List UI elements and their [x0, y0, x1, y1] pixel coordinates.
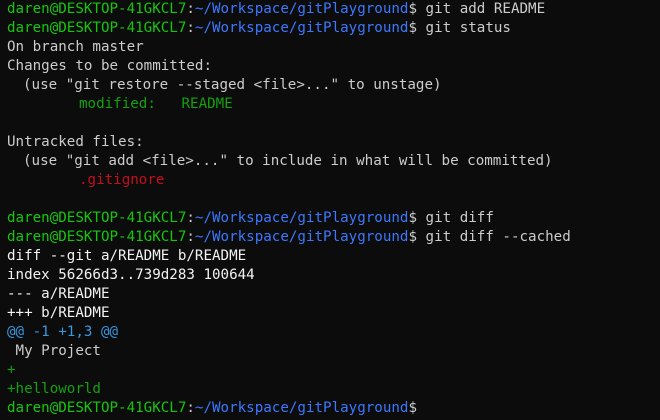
command-text: git diff --cached: [417, 229, 571, 245]
output-line: +: [7, 361, 660, 380]
output-line: modified: README: [7, 95, 660, 114]
output-text: modified: README: [79, 96, 233, 112]
output-line: (use "git add <file>..." to include in w…: [7, 152, 660, 171]
prompt-line[interactable]: daren@DESKTOP-41GKCL7:~/Workspace/gitPla…: [7, 399, 660, 418]
prompt-path: ~/Workspace/gitPlayground: [194, 210, 409, 226]
output-text: Changes to be committed:: [7, 58, 212, 74]
prompt-path: ~/Workspace/gitPlayground: [194, 20, 409, 36]
prompt-colon: :: [186, 210, 195, 226]
prompt-symbol: $: [408, 210, 418, 226]
output-line: +++ b/README: [7, 304, 660, 323]
output-text: @@ -1 +1,3 @@: [7, 324, 119, 340]
prompt-line: daren@DESKTOP-41GKCL7:~/Workspace/gitPla…: [7, 0, 660, 19]
prompt-colon: :: [186, 20, 195, 36]
prompt-user-host: daren@DESKTOP-41GKCL7: [7, 210, 187, 226]
output-line: +helloworld: [7, 380, 660, 399]
output-text: My Project: [7, 343, 101, 359]
prompt-symbol: $: [408, 20, 418, 36]
prompt-user-host: daren@DESKTOP-41GKCL7: [7, 1, 187, 17]
output-text: +++ b/README: [7, 305, 110, 321]
output-text: +: [7, 362, 16, 378]
output-line: index 56266d3..739d283 100644: [7, 266, 660, 285]
prompt-path: ~/Workspace/gitPlayground: [194, 1, 409, 17]
output-text: On branch master: [7, 39, 144, 55]
prompt-line: daren@DESKTOP-41GKCL7:~/Workspace/gitPla…: [7, 209, 660, 228]
output-line: --- a/README: [7, 285, 660, 304]
prompt-symbol: $: [408, 229, 418, 245]
output-text: .gitignore: [79, 172, 165, 188]
output-text: +helloworld: [7, 381, 101, 397]
output-line: Untracked files:: [7, 133, 660, 152]
output-line: My Project: [7, 342, 660, 361]
output-text: diff --git a/README b/README: [7, 248, 247, 264]
prompt-line: daren@DESKTOP-41GKCL7:~/Workspace/gitPla…: [7, 19, 660, 38]
prompt-colon: :: [186, 1, 195, 17]
output-line: Changes to be committed:: [7, 57, 660, 76]
prompt-user-host: daren@DESKTOP-41GKCL7: [7, 400, 187, 416]
output-line: On branch master: [7, 38, 660, 57]
output-text: Untracked files:: [7, 134, 144, 150]
prompt-line: daren@DESKTOP-41GKCL7:~/Workspace/gitPla…: [7, 228, 660, 247]
command-text: git diff: [417, 210, 494, 226]
terminal-window[interactable]: daren@DESKTOP-41GKCL7:~/Workspace/gitPla…: [0, 0, 660, 420]
output-text: (use "git restore --staged <file>..." to…: [23, 77, 442, 93]
command-text: git add README: [417, 1, 546, 17]
output-text: (use "git add <file>..." to include in w…: [23, 153, 553, 169]
output-text: --- a/README: [7, 286, 110, 302]
command-text: git status: [417, 20, 511, 36]
prompt-path: ~/Workspace/gitPlayground: [194, 400, 409, 416]
output-text: index 56266d3..739d283 100644: [7, 267, 255, 283]
output-line: @@ -1 +1,3 @@: [7, 323, 660, 342]
prompt-symbol: $: [408, 400, 418, 416]
prompt-user-host: daren@DESKTOP-41GKCL7: [7, 20, 187, 36]
output-line: (use "git restore --staged <file>..." to…: [7, 76, 660, 95]
prompt-symbol: $: [408, 1, 418, 17]
output-line: .gitignore: [7, 171, 660, 190]
output-line: diff --git a/README b/README: [7, 247, 660, 266]
prompt-path: ~/Workspace/gitPlayground: [194, 229, 409, 245]
prompt-user-host: daren@DESKTOP-41GKCL7: [7, 229, 187, 245]
prompt-colon: :: [186, 400, 195, 416]
prompt-colon: :: [186, 229, 195, 245]
